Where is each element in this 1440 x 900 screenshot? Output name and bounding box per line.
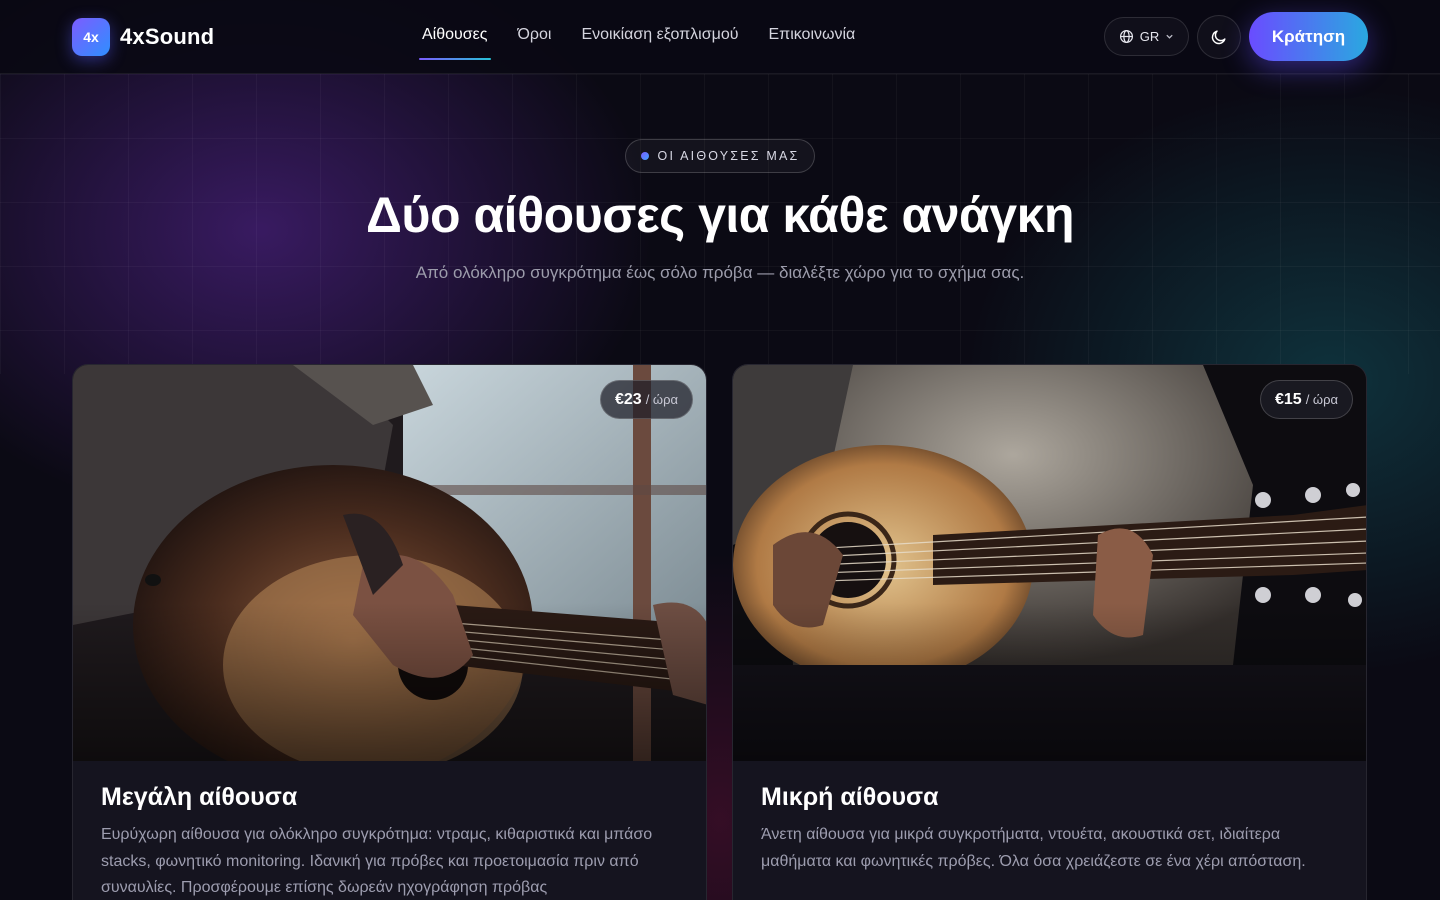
main-nav: Αίθουσες Όροι Ενοικίαση εξοπλισμού Επικο… [419,26,855,60]
page-title: Δύο αίθουσες για κάθε ανάγκη [365,187,1075,243]
eyebrow-label: ΟΙ ΑΙΘΟΥΣΕΣ ΜΑΣ [657,149,800,163]
room-description: Ευρύχωρη αίθουσα για ολόκληρο συγκρότημα… [101,826,653,896]
room-photo: €15 / ώρα [733,365,1366,761]
page-subtitle: Από ολόκληρο συγκρότημα έως σόλο πρόβα —… [415,263,1025,282]
price-badge: €23 / ώρα [600,380,693,419]
guitar-photo-small [733,365,1366,761]
logo-mark[interactable]: 4x [72,18,110,56]
nav-item-equipment-rental[interactable]: Ενοικίαση εξοπλισμού [581,26,738,55]
nav-item-contact[interactable]: Επικοινωνία [768,26,855,55]
nav-item-rooms[interactable]: Αίθουσες [419,26,490,60]
room-title: Μεγάλη αίθουσα [101,783,298,811]
section-eyebrow: ΟΙ ΑΙΘΟΥΣΕΣ ΜΑΣ [625,139,815,173]
theme-toggle-button[interactable] [1197,15,1241,59]
eyebrow-dot [640,152,649,160]
price-amount: €23 [615,390,642,408]
room-card-body: Μεγάλη αίθουσα Ευρύχωρη αίθουσα για ολόκ… [101,783,681,900]
language-selector[interactable]: GR [1104,17,1189,56]
price-unit: / ώρα [1305,392,1338,407]
price-amount: €15 [1275,390,1302,408]
moon-icon [1211,30,1226,45]
price-unit: / ώρα [645,392,678,407]
room-card-large[interactable]: €23 / ώρα Μεγάλη αίθουσα Ευρύχωρη αίθουσ… [72,364,707,900]
language-label: GR [1139,29,1160,44]
room-title: Μικρή αίθουσα [761,783,939,811]
guitar-photo-large [73,365,706,761]
room-photo: €23 / ώρα [73,365,706,761]
room-card-body: Μικρή αίθουσα Άνετη αίθουσα για μικρά συ… [761,783,1341,875]
site-header: 4x 4xSound Αίθουσες Όροι Ενοικίαση εξοπλ… [0,0,1440,74]
room-description: Άνετη αίθουσα για μικρά συγκροτήματα, ντ… [761,826,1306,870]
nav-item-terms[interactable]: Όροι [518,26,552,55]
price-badge: €15 / ώρα [1260,380,1353,419]
book-button[interactable]: Κράτηση [1249,12,1368,61]
globe-icon [1119,29,1133,44]
chevron-down-icon [1166,34,1173,39]
brand-name[interactable]: 4xSound [120,24,214,50]
room-card-small[interactable]: €15 / ώρα Μικρή αίθουσα Άνετη αίθουσα γι… [732,364,1367,900]
